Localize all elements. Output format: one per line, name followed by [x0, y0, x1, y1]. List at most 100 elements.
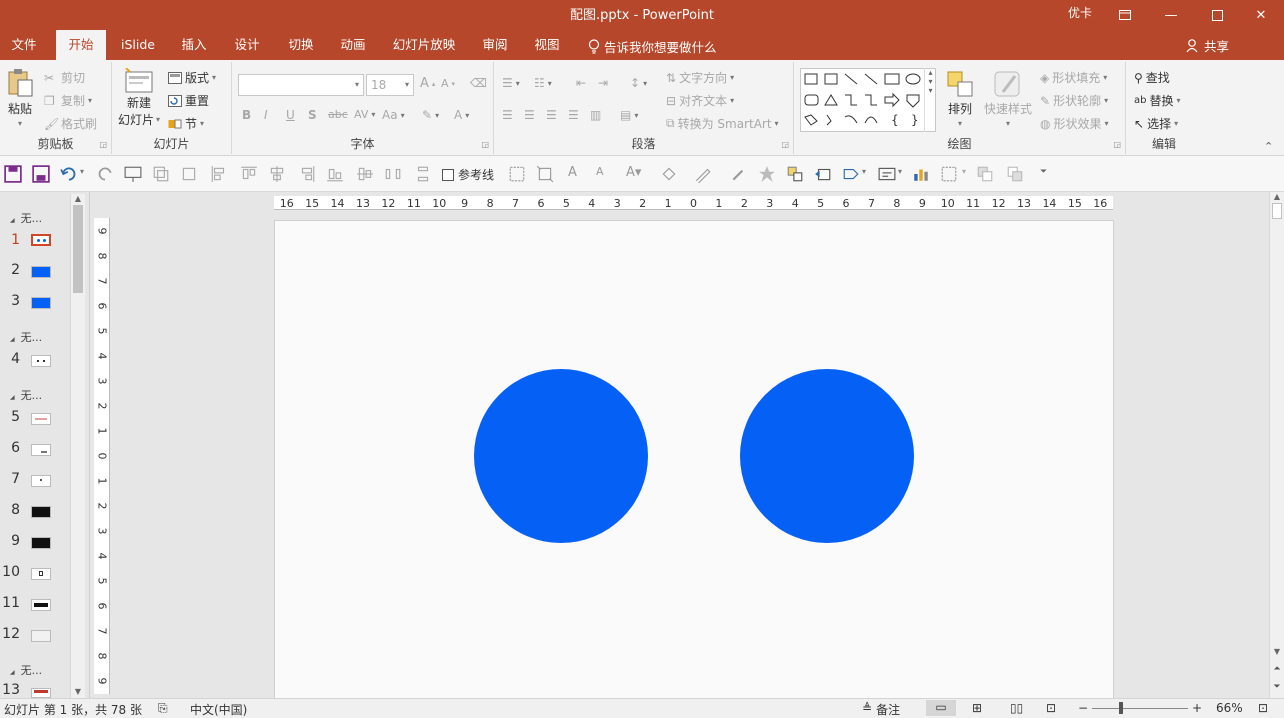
grow-font-icon[interactable]: A	[568, 165, 586, 183]
slide-thumbnail-4[interactable]	[31, 355, 51, 367]
slide-thumbnail-2[interactable]	[31, 266, 51, 278]
justify-icon[interactable]: ☰	[568, 108, 579, 122]
chart-icon[interactable]	[912, 165, 930, 183]
chevron-down-icon[interactable]: ▾	[898, 167, 902, 176]
section-header[interactable]: 无...	[10, 329, 43, 345]
paste-format-icon[interactable]	[180, 165, 198, 183]
fit-to-window-icon[interactable]: ⊡	[1258, 701, 1268, 715]
reset-button[interactable]: 重置	[168, 92, 209, 109]
dialog-launcher-icon[interactable]: ◲	[781, 140, 789, 149]
tab-slideshow[interactable]: 幻灯片放映	[388, 30, 460, 60]
scroll-up-icon[interactable]: ▲	[1270, 192, 1284, 201]
spellcheck-icon[interactable]: ⎘	[158, 701, 168, 716]
normal-view-button[interactable]: ▭	[926, 700, 956, 716]
textbox-icon[interactable]	[878, 165, 896, 183]
italic-button[interactable]: I	[264, 108, 268, 122]
star-effect-icon[interactable]	[758, 165, 776, 183]
user-name[interactable]: 优卡	[1068, 4, 1092, 21]
language-status[interactable]: 中文(中国)	[190, 701, 247, 718]
change-shape-icon[interactable]	[842, 165, 860, 183]
text-direction-button[interactable]: ⇅ 文字方向 ▾	[666, 69, 734, 86]
dialog-launcher-icon[interactable]: ◲	[481, 140, 489, 149]
tell-me-box[interactable]: 告诉我你想要做什么	[588, 37, 717, 56]
notes-button[interactable]: ≜ 备注	[862, 701, 900, 718]
shrink-font-icon[interactable]: A	[596, 165, 614, 183]
layout-button[interactable]: 版式 ▾	[168, 69, 216, 86]
distribute-h-icon[interactable]	[384, 165, 402, 183]
highlight-button[interactable]: ✎ ▾	[422, 108, 439, 122]
align-text-button[interactable]: ⊟ 对齐文本 ▾	[666, 92, 734, 109]
bring-forward-icon[interactable]	[976, 165, 994, 183]
distribute-v-icon[interactable]	[414, 165, 432, 183]
slideshow-view-icon[interactable]: ⊡	[1046, 701, 1056, 715]
find-button[interactable]: ⚲ 查找	[1134, 69, 1170, 86]
outline-pen-icon[interactable]	[694, 165, 712, 183]
slide-panel-scrollbar[interactable]: ▲ ▼	[70, 194, 85, 698]
zoom-in-button[interactable]: +	[1192, 701, 1202, 715]
crop-fit-icon[interactable]	[508, 165, 526, 183]
slide-thumbnail-13[interactable]	[31, 688, 51, 698]
previous-slide-icon[interactable]: ⏶	[1270, 664, 1284, 674]
grow-font-button[interactable]: A ▴	[420, 76, 435, 91]
slide-canvas[interactable]	[274, 220, 1114, 698]
dialog-launcher-icon[interactable]: ◲	[99, 140, 107, 149]
font-size-input[interactable]: 18 ▾	[366, 74, 414, 96]
strikethrough-button[interactable]: abc	[328, 108, 348, 121]
chevron-down-icon[interactable]: ▾	[962, 167, 966, 176]
align-center-icon[interactable]: ☰	[524, 108, 535, 122]
section-header[interactable]: 无...	[10, 387, 43, 403]
tab-insert[interactable]: 插入	[170, 30, 218, 60]
zoom-slider-thumb[interactable]	[1119, 702, 1123, 714]
align-middle-icon[interactable]	[356, 165, 374, 183]
align-right-edge-icon[interactable]	[298, 165, 316, 183]
ribbon-display-options-icon[interactable]	[1102, 0, 1148, 30]
cut-button[interactable]: ✂ 剪切	[44, 69, 85, 86]
section-header[interactable]: 无...	[10, 210, 43, 226]
section-button[interactable]: 节 ▾	[168, 115, 204, 132]
tab-file[interactable]: 文件	[0, 30, 48, 60]
eyedropper-icon[interactable]	[730, 165, 748, 183]
tab-animations[interactable]: 动画	[330, 30, 376, 60]
copy-button[interactable]: ❐ 复制 ▾	[44, 92, 92, 109]
decrease-indent-icon[interactable]: ⇤	[576, 76, 586, 90]
format-painter-button[interactable]: 🖌 格式刷	[44, 115, 97, 132]
shapes-gallery[interactable]: {}	[800, 68, 936, 132]
guides-checkbox[interactable]: 参考线	[442, 166, 494, 183]
slide-thumbnail-7[interactable]	[31, 475, 51, 487]
slide-thumbnail-6[interactable]	[31, 444, 51, 456]
save-icon[interactable]	[4, 165, 22, 183]
font-color-icon[interactable]: A▾	[626, 165, 644, 183]
save-as-icon[interactable]	[32, 165, 50, 183]
distributed-icon[interactable]: ▥	[590, 108, 601, 122]
chevron-down-icon[interactable]: ▾	[80, 167, 84, 176]
undo-icon[interactable]	[60, 165, 78, 183]
customize-toolbar-icon[interactable]: ⏷	[1040, 167, 1047, 177]
redo-icon[interactable]	[96, 165, 114, 183]
bold-button[interactable]: B	[242, 108, 251, 122]
gallery-scroll[interactable]: ▴ ▾ ▾	[924, 68, 936, 132]
bullets-button[interactable]: ☰ ▾	[502, 76, 520, 90]
tab-islide[interactable]: iSlide	[114, 30, 162, 60]
align-left-edge-icon[interactable]	[210, 165, 228, 183]
zoom-out-button[interactable]: −	[1078, 701, 1088, 715]
minimize-button[interactable]: —	[1148, 0, 1194, 30]
resize-icon[interactable]	[536, 165, 554, 183]
columns-button[interactable]: ▤ ▾	[620, 108, 638, 122]
slide-thumbnail-9[interactable]	[31, 537, 51, 549]
copy-icon[interactable]	[152, 165, 170, 183]
reading-view-icon[interactable]: ▯▯	[1010, 701, 1023, 715]
font-color-button[interactable]: A ▾	[454, 108, 469, 122]
scroll-thumb[interactable]	[73, 205, 83, 293]
tab-design[interactable]: 设计	[224, 30, 270, 60]
font-name-input[interactable]: ▾	[238, 74, 364, 96]
shrink-font-button[interactable]: A ▾	[441, 77, 455, 90]
collapse-ribbon-icon[interactable]: ⌃	[1264, 140, 1273, 153]
scroll-thumb[interactable]	[1272, 203, 1282, 219]
slide-thumbnail-10[interactable]	[31, 568, 51, 580]
section-header[interactable]: 无...	[10, 662, 43, 678]
char-spacing-button[interactable]: AV ▾	[354, 108, 375, 121]
tab-review[interactable]: 审阅	[472, 30, 518, 60]
scroll-down-icon[interactable]: ▼	[1270, 647, 1284, 656]
select-button[interactable]: ↖ 选择 ▾	[1134, 115, 1178, 132]
replace-button[interactable]: ab 替换 ▾	[1134, 92, 1181, 109]
